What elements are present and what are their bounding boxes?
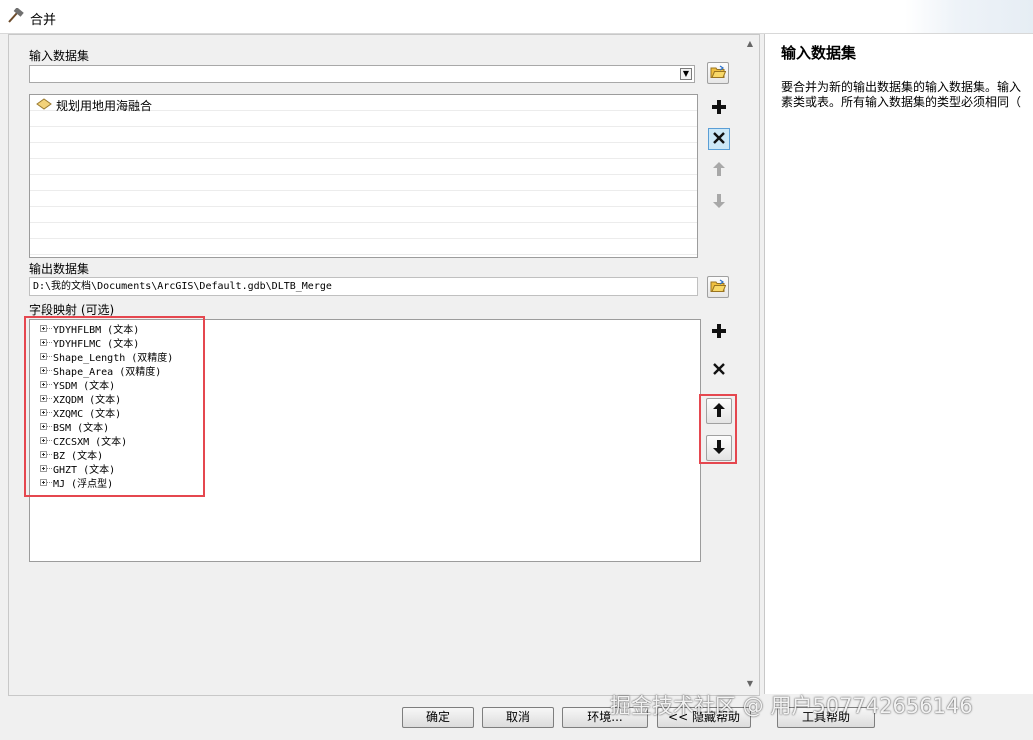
add-dataset-button[interactable] — [708, 97, 730, 119]
field-list-highlight — [24, 316, 205, 497]
close-icon — [712, 131, 726, 148]
list-item-label: 规划用地用海融合 — [56, 99, 153, 113]
folder-open-icon — [710, 65, 727, 82]
output-dataset-field[interactable]: D:\我的文档\Documents\ArcGIS\Default.gdb\DLT… — [29, 277, 698, 296]
scroll-down-icon[interactable]: ▼ — [744, 678, 756, 690]
titlebar-background — [905, 0, 1033, 33]
hammer-icon — [6, 7, 24, 24]
form-scrollbar[interactable]: ▲ ▼ — [744, 38, 756, 690]
add-field-button[interactable] — [708, 321, 730, 343]
arrow-down-icon — [712, 193, 726, 212]
output-dataset-label: 输出数据集 — [29, 262, 90, 276]
browse-input-button[interactable] — [707, 62, 729, 84]
help-text: 要合并为新的输出数据集的输入数据集。输入 素类或表。所有输入数据集的类型必须相同… — [781, 80, 1022, 109]
title-bar: 合并 — [0, 0, 1033, 34]
watermark: 掘金技术社区 @ 用户507742656146 — [610, 694, 973, 718]
input-datasets-label: 输入数据集 — [29, 49, 90, 63]
close-icon — [712, 362, 726, 379]
help-title: 输入数据集 — [781, 44, 857, 62]
folder-open-icon — [710, 279, 727, 296]
list-item[interactable]: 规划用地用海融合 — [36, 97, 152, 114]
help-panel: 输入数据集 要合并为新的输出数据集的输入数据集。输入 素类或表。所有输入数据集的… — [764, 34, 1033, 694]
plus-icon — [711, 323, 727, 342]
input-datasets-list[interactable]: 规划用地用海融合 — [29, 94, 698, 258]
browse-output-button[interactable] — [707, 276, 729, 298]
chevron-down-icon[interactable]: ▼ — [680, 68, 692, 80]
move-up-dataset-button[interactable] — [708, 159, 730, 181]
cancel-button[interactable]: 取消 — [482, 707, 554, 728]
input-datasets-combo[interactable]: ▼ — [29, 65, 695, 83]
window-title: 合并 — [30, 13, 57, 28]
polygon-layer-icon — [36, 98, 52, 113]
remove-dataset-button[interactable] — [708, 128, 730, 150]
scroll-up-icon[interactable]: ▲ — [744, 38, 756, 50]
move-field-up-button[interactable] — [706, 398, 732, 424]
remove-field-button[interactable] — [708, 359, 730, 381]
arrow-up-icon — [712, 161, 726, 180]
move-field-down-button[interactable] — [706, 435, 732, 461]
arrow-up-icon — [712, 402, 726, 421]
plus-icon — [711, 99, 727, 118]
arrow-down-icon — [712, 439, 726, 458]
ok-button[interactable]: 确定 — [402, 707, 474, 728]
move-down-dataset-button[interactable] — [708, 191, 730, 213]
